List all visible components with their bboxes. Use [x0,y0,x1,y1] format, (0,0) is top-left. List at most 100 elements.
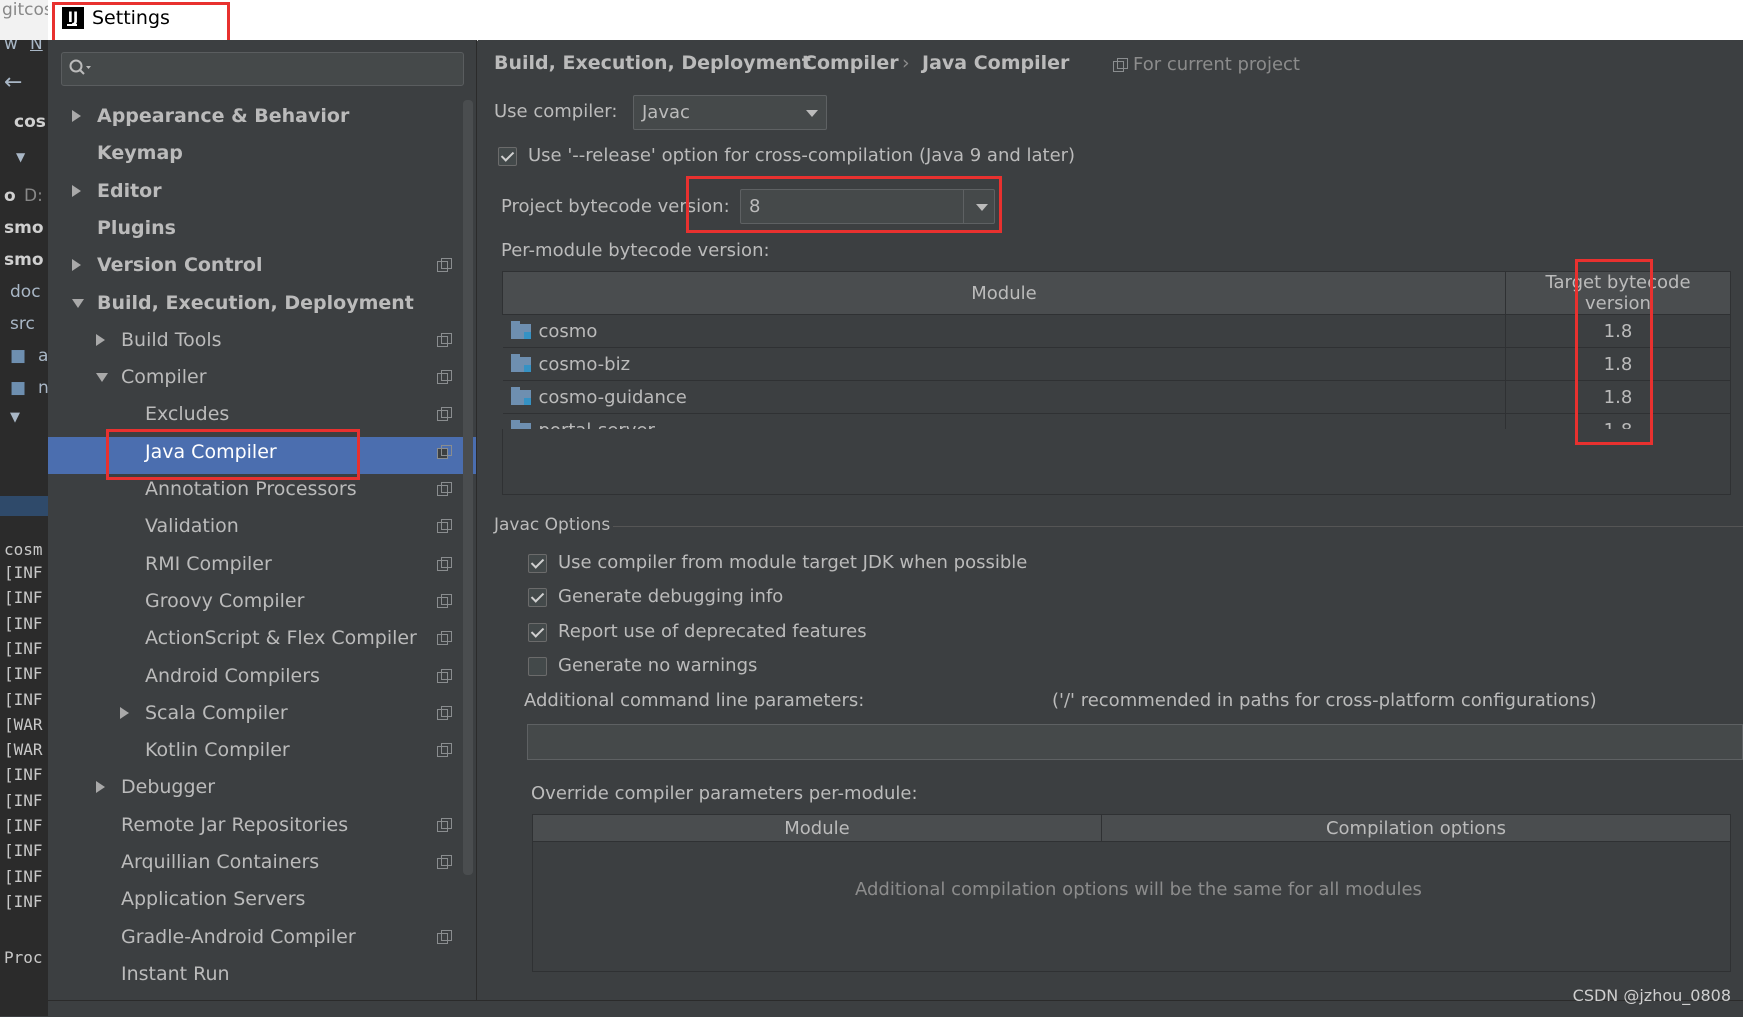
breadcrumb-separator: › [902,52,910,74]
sidebar-item-android-compilers[interactable]: Android Compilers [145,658,320,695]
chevron-right-icon[interactable] [72,184,81,197]
javac-option-checkbox[interactable] [528,588,547,608]
column-header-target-version[interactable]: Target bytecode version [1505,271,1731,315]
sidebar-item-instant-run[interactable]: Instant Run [121,956,230,993]
bg-log-line: [INF [4,891,43,911]
sidebar-item-annotation-processors[interactable]: Annotation Processors [145,471,357,508]
table-row[interactable]: cosmo 1.8 [502,314,1731,348]
bg-log-line: [INF [4,765,43,785]
project-scope-icon [1113,58,1128,72]
module-folder-icon [510,320,531,339]
sidebar-item-appearance-behavior[interactable]: Appearance & Behavior [97,98,349,135]
bytecode-version-value: 8 [749,196,761,217]
project-scope-icon [437,929,452,944]
module-cell: cosmo-guidance [502,380,1506,414]
javac-option-label: Report use of deprecated features [558,620,867,642]
chevron-down-icon [976,204,988,211]
module-name: cosmo-guidance [538,386,687,408]
target-version-cell[interactable]: 1.8 [1505,314,1731,348]
bg-log-line: [INF [4,563,43,582]
table-row[interactable]: cosmo-guidance 1.8 [502,380,1731,414]
javac-options-section-label: Javac Options [494,515,611,535]
bg-fragment: o [4,186,16,206]
project-scope-icon [437,407,452,422]
sidebar-item-arquillian-containers[interactable]: Arquillian Containers [121,844,319,881]
javac-option-checkbox[interactable] [528,554,547,573]
bg-fragment: doc [10,282,41,302]
module-folder-icon [510,353,531,372]
sidebar-item-kotlin-compiler[interactable]: Kotlin Compiler [145,732,290,769]
bg-fragment: smo [4,250,44,270]
dialog-bottom-edge [48,1000,1743,1017]
target-version-cell[interactable]: 1.8 [1505,380,1731,414]
sidebar-item-groovy-compiler[interactable]: Groovy Compiler [145,583,304,620]
project-scope-icon [437,705,452,720]
chevron-right-icon[interactable] [96,333,105,346]
sidebar-item-editor[interactable]: Editor [97,173,162,210]
override-table-body [532,842,1731,972]
chevron-right-icon[interactable] [120,706,129,719]
project-scope-icon [437,668,452,683]
sidebar-item-actionscript-flex-compiler[interactable]: ActionScript & Flex Compiler [145,620,417,657]
sidebar-item-debugger[interactable]: Debugger [121,769,215,806]
javac-option-checkbox[interactable] [528,656,547,676]
cmd-params-input[interactable] [527,724,1743,760]
sidebar-item-scala-compiler[interactable]: Scala Compiler [145,695,288,732]
chevron-right-icon[interactable] [96,781,105,794]
bg-log-line: [INF [4,638,43,658]
sidebar-item-build-tools[interactable]: Build Tools [121,322,222,359]
sidebar-item-build-execution-deployment[interactable]: Build, Execution, Deployment [97,285,414,322]
breadcrumb-item: Java Compiler [922,52,1070,74]
chevron-right-icon[interactable] [72,110,81,122]
expand-arrow-icon: ▼ [10,410,20,425]
module-cell: cosmo [502,314,1506,348]
bg-log-line: [INF [4,613,43,633]
target-version-cell[interactable]: 1.8 [1505,347,1731,381]
release-option-checkbox[interactable] [498,147,517,166]
module-name: cosmo [538,320,598,342]
sidebar-item-compiler[interactable]: Compiler [121,359,207,396]
module-table-empty-area [502,429,1731,495]
column-header-module[interactable]: Module [532,814,1102,842]
sidebar-item-gradle-android-compiler[interactable]: Gradle-Android Compiler [121,919,356,956]
sidebar-item-rmi-compiler[interactable]: RMI Compiler [145,546,272,583]
sidebar-item-remote-jar-repositories[interactable]: Remote Jar Repositories [121,807,348,844]
search-input[interactable] [61,52,464,86]
project-scope-icon [437,258,452,273]
sidebar-item-validation[interactable]: Validation [145,508,239,545]
breadcrumb-item[interactable]: Build, Execution, Deployment [494,52,811,74]
breadcrumb-item[interactable]: Compiler [803,52,899,74]
watermark: CSDN @jzhou_0808 [1572,986,1731,1005]
project-scope-icon [437,556,452,571]
chevron-down-icon[interactable] [72,298,84,308]
sidebar-item-application-servers[interactable]: Application Servers [121,881,305,918]
column-header-compilation-options[interactable]: Compilation options [1101,814,1731,842]
project-scope-icon [437,370,452,385]
column-header-module[interactable]: Module [502,271,1506,315]
use-compiler-value: Javac [642,102,690,123]
module-name: cosmo-biz [538,353,631,375]
bg-log-line: [INF [4,689,43,709]
chevron-right-icon[interactable] [72,259,81,272]
bg-log-line: [INF [4,841,43,861]
chevron-down-icon[interactable] [96,373,108,383]
javac-option-label: Generate debugging info [558,586,784,608]
sidebar-item-version-control[interactable]: Version Control [97,247,262,284]
sidebar-item-plugins[interactable]: Plugins [97,210,176,247]
bytecode-version-select[interactable]: 8 [740,189,995,224]
bg-fragment: a [38,346,48,366]
bg-fragment: n [38,378,48,398]
sidebar-item-excludes[interactable]: Excludes [145,396,229,433]
chevron-down-icon [806,110,818,117]
project-scope-icon [437,519,452,534]
bg-fragment: cos [14,112,46,132]
use-compiler-select[interactable]: Javac [633,95,827,130]
sidebar-scrollbar[interactable] [463,100,473,875]
breadcrumb-separator: › [782,52,790,74]
override-table-empty-text: Additional compilation options will be t… [855,879,1422,900]
table-row[interactable]: cosmo-biz 1.8 [502,347,1731,381]
dropdown-arrow-icon: ▼ [16,150,26,164]
sidebar-item-java-compiler[interactable]: Java Compiler [145,434,277,471]
javac-option-checkbox[interactable] [528,622,547,642]
sidebar-item-keymap[interactable]: Keymap [97,135,183,172]
